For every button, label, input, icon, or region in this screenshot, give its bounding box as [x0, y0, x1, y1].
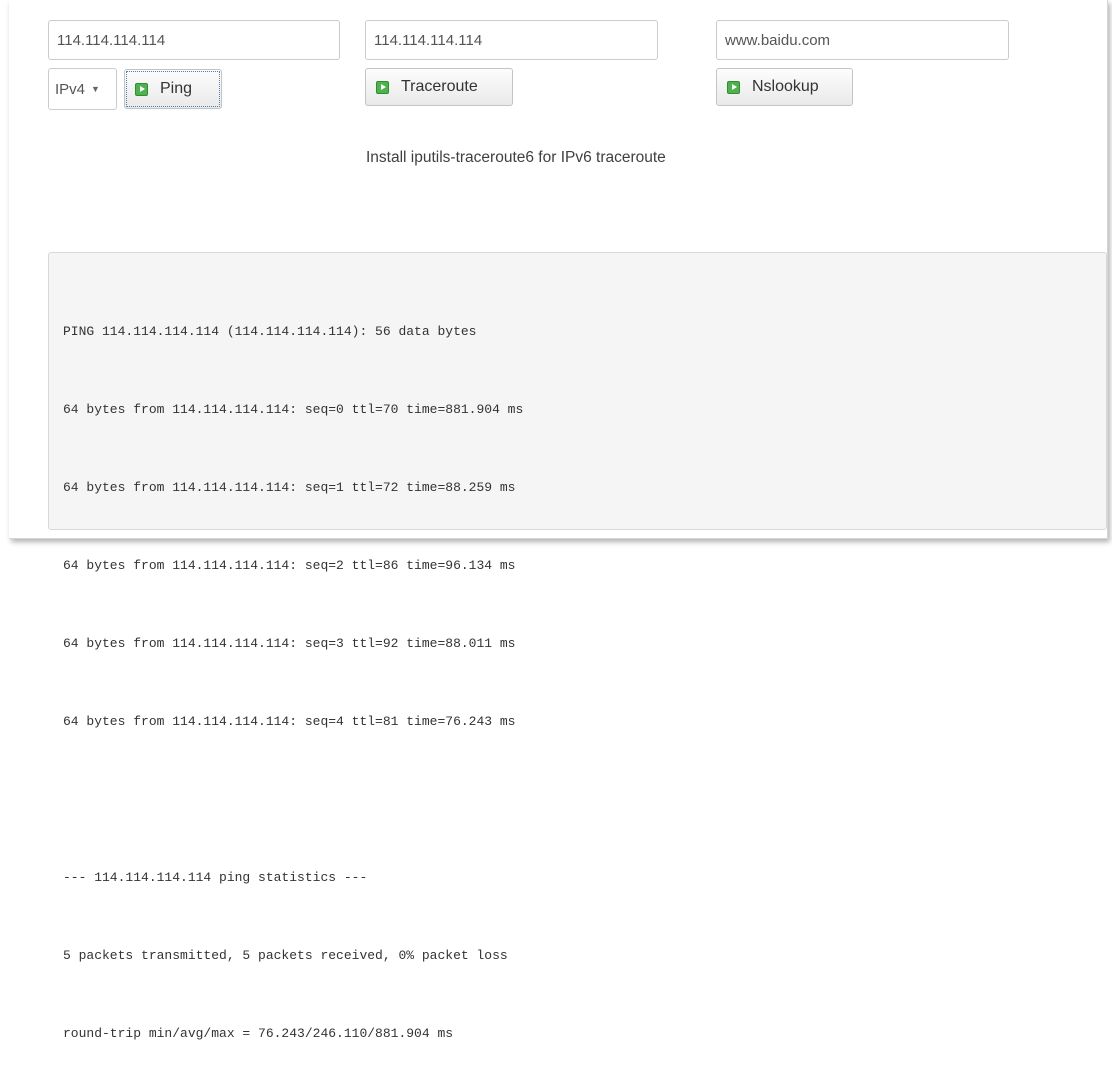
output-line: round-trip min/avg/max = 76.243/246.110/… — [63, 1026, 454, 1041]
traceroute-button-label: Traceroute — [401, 78, 478, 95]
play-icon — [727, 80, 740, 94]
ip-version-value: IPv4 — [55, 80, 86, 98]
ping-host-input[interactable] — [48, 20, 340, 60]
output-line: 64 bytes from 114.114.114.114: seq=2 ttl… — [63, 558, 516, 573]
play-icon — [376, 80, 389, 94]
nslookup-host-input[interactable] — [716, 20, 1009, 60]
ping-button[interactable]: Ping — [124, 69, 222, 109]
ip-version-select[interactable]: IPv4 ▼ — [48, 68, 117, 110]
output-line: 64 bytes from 114.114.114.114: seq=1 ttl… — [63, 480, 516, 495]
command-output: PING 114.114.114.114 (114.114.114.114): … — [48, 252, 1107, 1041]
output-line: PING 114.114.114.114 (114.114.114.114): … — [63, 324, 477, 339]
output-line: 5 packets transmitted, 5 packets receive… — [63, 948, 508, 963]
output-line: 64 bytes from 114.114.114.114: seq=0 ttl… — [63, 402, 524, 417]
diagnostics-panel: IPv4 ▼ Ping Traceroute Nslookup Install … — [9, 0, 1108, 1041]
output-line: 64 bytes from 114.114.114.114: seq=3 ttl… — [63, 636, 516, 651]
chevron-down-icon: ▼ — [91, 84, 100, 94]
nslookup-button[interactable]: Nslookup — [716, 68, 853, 106]
output-line: --- 114.114.114.114 ping statistics --- — [63, 870, 368, 885]
play-icon — [135, 82, 148, 96]
traceroute-ipv6-note: Install iputils-traceroute6 for IPv6 tra… — [366, 149, 666, 166]
traceroute-host-input[interactable] — [365, 20, 658, 60]
nslookup-button-label: Nslookup — [752, 78, 819, 95]
traceroute-button[interactable]: Traceroute — [365, 68, 513, 106]
output-line: 64 bytes from 114.114.114.114: seq=4 ttl… — [63, 714, 516, 729]
ping-button-label: Ping — [160, 80, 193, 97]
